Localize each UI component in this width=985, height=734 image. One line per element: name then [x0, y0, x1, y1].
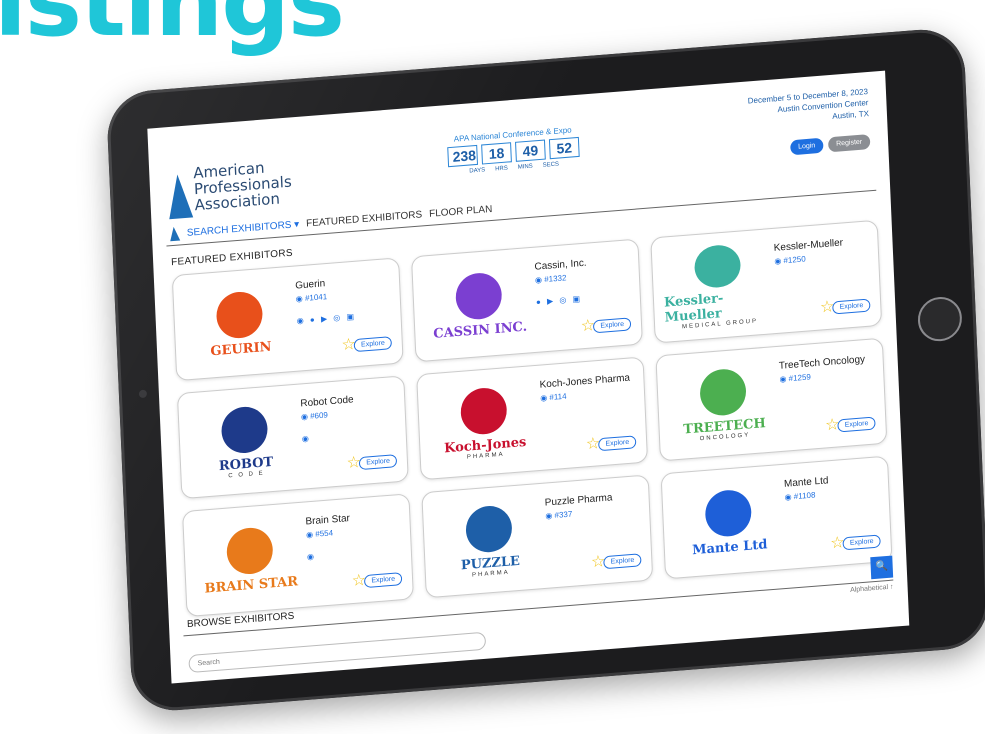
exhibitor-booth[interactable]: ◉ #1259: [779, 372, 811, 383]
logo-mark-icon: [167, 173, 194, 220]
exhibitor-card[interactable]: TREETECH ONCOLOGY TreeTech Oncology ◉ #1…: [655, 337, 888, 462]
register-button[interactable]: Register: [827, 134, 871, 153]
explore-button[interactable]: Explore: [598, 435, 637, 452]
explore-button[interactable]: Explore: [359, 454, 398, 471]
exhibitor-name[interactable]: Brain Star: [305, 513, 350, 527]
exhibitor-card[interactable]: Mante Ltd Mante Ltd ◉ #1108 ☆ Explore: [660, 455, 893, 580]
exhibitor-logo-mark-icon: [699, 367, 747, 417]
exhibitor-name[interactable]: Puzzle Pharma: [545, 492, 613, 508]
nav-floor-plan[interactable]: FLOOR PLAN: [429, 203, 493, 219]
explore-button[interactable]: Explore: [832, 298, 871, 315]
logo-text: American Professionals Association: [193, 158, 293, 215]
exhibitor-logo[interactable]: PUZZLE PHARMA: [433, 496, 546, 587]
exhibitor-logo[interactable]: Kessler-Mueller MEDICAL GROUP: [662, 241, 775, 332]
exhibitor-logo[interactable]: BRAIN STAR: [194, 515, 307, 606]
exhibitor-booth[interactable]: ◉ #554: [306, 528, 333, 539]
exhibitor-name[interactable]: Robot Code: [300, 394, 354, 409]
exhibitor-logo[interactable]: TREETECH ONCOLOGY: [667, 359, 780, 450]
exhibitor-card[interactable]: BRAIN STAR Brain Star ◉ #554 ◉ ☆ Explore: [182, 493, 414, 618]
page-headline: istings: [0, 0, 345, 58]
booth-number: #337: [554, 509, 573, 520]
sort-toggle[interactable]: Alphabetical ↑: [850, 584, 894, 594]
exhibitor-name[interactable]: TreeTech Oncology: [779, 354, 866, 372]
explore-button[interactable]: Explore: [364, 572, 403, 589]
countdown-mins: 49: [515, 139, 546, 162]
exhibitor-logo-mark-icon: [704, 487, 753, 538]
exhibitor-logo-mark-icon: [215, 289, 264, 340]
exhibitor-logo[interactable]: Mante Ltd: [672, 477, 785, 568]
event-info: December 5 to December 8, 2023 Austin Co…: [748, 86, 870, 128]
explore-button[interactable]: Explore: [593, 317, 632, 334]
exhibitor-logo-word: Kessler-Mueller: [663, 291, 724, 326]
association-logo[interactable]: American Professionals Association: [167, 155, 319, 223]
countdown-days: 238: [447, 144, 479, 168]
explore-button[interactable]: Explore: [603, 553, 642, 570]
exhibitor-logo-mark-icon: [464, 503, 513, 554]
exhibitor-name[interactable]: Guerin: [295, 278, 325, 291]
exhibitor-logo-mark-icon: [225, 525, 274, 576]
exhibitor-logo-mark-icon: [459, 385, 508, 436]
exhibitor-logo-word: GEURIN: [210, 339, 272, 359]
tablet-device: American Professionals Association APA N…: [105, 26, 985, 714]
countdown: APA National Conference & Expo 238 18 49…: [447, 125, 580, 176]
exhibitor-grid: GEURIN Guerin ◉ #1041 ◉ ● ▶ ◎ ▣ ☆ Explor…: [171, 219, 897, 618]
exhibitor-booth[interactable]: ◉ #114: [540, 392, 567, 403]
exhibitor-booth[interactable]: ◉ #1250: [774, 254, 806, 265]
countdown-label: MINS: [517, 163, 533, 171]
booth-number: #1259: [788, 372, 812, 384]
exhibitor-logo-mark-icon: [454, 270, 503, 321]
exhibitor-logo[interactable]: GEURIN: [183, 279, 296, 370]
exhibitor-name[interactable]: Koch-Jones Pharma: [539, 373, 630, 391]
countdown-label: HRS: [495, 165, 508, 173]
exhibitor-name[interactable]: Cassin, Inc.: [534, 258, 587, 273]
exhibitor-logo[interactable]: ROBOT C O D E: [188, 397, 301, 488]
auth-buttons: Login Register: [789, 134, 871, 156]
countdown-hours: 18: [481, 142, 512, 165]
social-links[interactable]: ◉ ● ▶ ◎ ▣: [297, 312, 357, 326]
explore-button[interactable]: Explore: [842, 534, 881, 551]
booth-number: #554: [315, 528, 334, 539]
screen: American Professionals Association APA N…: [147, 70, 910, 684]
social-links[interactable]: ● ▶ ◎ ▣: [536, 294, 582, 307]
exhibitor-name[interactable]: Kessler-Mueller: [774, 237, 844, 253]
featured-title: FEATURED EXHIBITORS: [170, 247, 294, 269]
exhibitor-booth[interactable]: ◉ #1108: [784, 490, 815, 501]
exhibitor-logo[interactable]: CASSIN INC.: [423, 260, 536, 351]
exhibitor-logo-word: BRAIN STAR: [204, 573, 299, 597]
exhibitor-card[interactable]: GEURIN Guerin ◉ #1041 ◉ ● ▶ ◎ ▣ ☆ Explor…: [171, 257, 404, 382]
exhibitor-logo-mark-icon: [220, 404, 269, 455]
booth-number: #114: [549, 391, 567, 402]
exhibitor-logo[interactable]: Koch-Jones PHARMA: [428, 378, 541, 469]
exhibitor-logo-word: CASSIN INC.: [433, 319, 528, 342]
booth-number: #1332: [544, 273, 567, 285]
exhibitor-card[interactable]: Koch-Jones PHARMA Koch-Jones Pharma ◉ #1…: [416, 356, 649, 481]
search-icon: 🔍: [875, 560, 889, 573]
booth-number: #1250: [783, 254, 806, 266]
login-button[interactable]: Login: [789, 137, 824, 156]
social-links[interactable]: ◉: [307, 552, 316, 562]
countdown-secs: 52: [548, 136, 580, 160]
explore-button[interactable]: Explore: [353, 336, 393, 353]
booth-number: #1108: [793, 490, 816, 502]
social-links[interactable]: ◉: [302, 434, 311, 444]
exhibitor-booth[interactable]: ◉ #1332: [535, 273, 567, 284]
search-button[interactable]: 🔍: [870, 555, 894, 580]
exhibitor-name[interactable]: Mante Ltd: [784, 475, 829, 489]
exhibitor-booth[interactable]: ◉ #609: [301, 410, 328, 421]
exhibitor-card[interactable]: PUZZLE PHARMA Puzzle Pharma ◉ #337 ☆ Exp…: [421, 474, 654, 599]
exhibitor-card[interactable]: ROBOT C O D E Robot Code ◉ #609 ◉ ☆ Expl…: [176, 375, 409, 500]
exhibitor-card[interactable]: Kessler-Mueller MEDICAL GROUP Kessler-Mu…: [650, 219, 883, 344]
exhibitor-card[interactable]: CASSIN INC. Cassin, Inc. ◉ #1332 ● ▶ ◎ ▣…: [410, 238, 643, 363]
booth-number: #1041: [304, 292, 328, 303]
nav-logo-icon[interactable]: [169, 226, 181, 242]
booth-number: #609: [309, 410, 329, 421]
exhibitor-booth[interactable]: ◉ #1041: [296, 292, 328, 303]
countdown-label: SECS: [542, 161, 560, 169]
countdown-label: DAYS: [469, 167, 486, 175]
exhibitor-booth[interactable]: ◉ #337: [545, 510, 572, 521]
exhibitor-logo-mark-icon: [693, 243, 742, 290]
explore-button[interactable]: Explore: [837, 416, 876, 433]
exhibitor-logo-word: Mante Ltd: [691, 536, 768, 558]
